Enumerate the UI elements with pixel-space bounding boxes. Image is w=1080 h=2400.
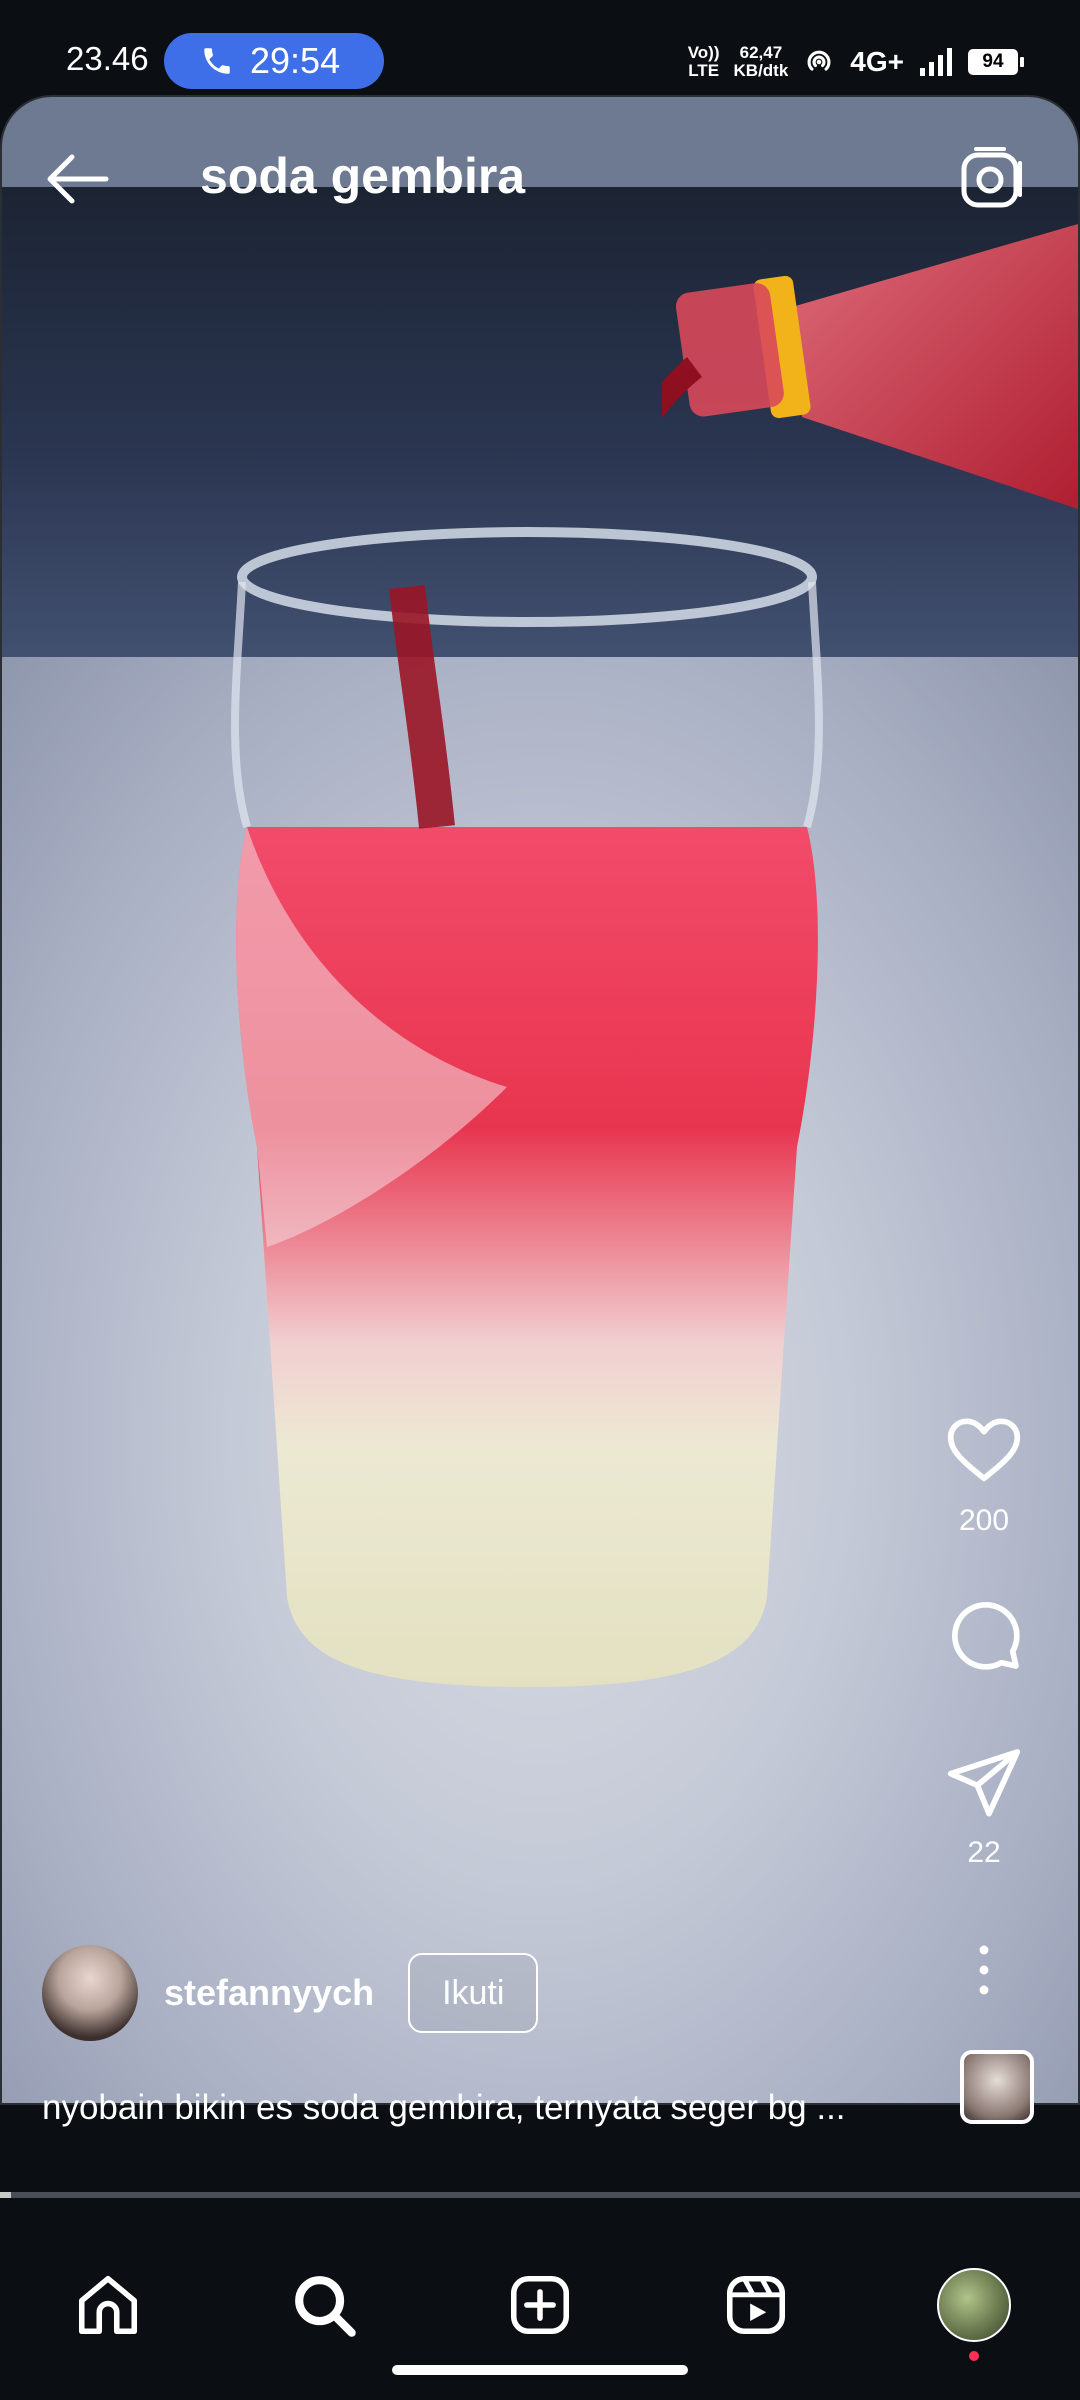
share-count: 22 bbox=[967, 1836, 1001, 1869]
page-title: soda gembira bbox=[200, 148, 526, 204]
video-progress-bar[interactable] bbox=[0, 2192, 1080, 2198]
home-icon bbox=[78, 2275, 138, 2335]
network-type: 4G+ bbox=[850, 46, 904, 77]
search-icon bbox=[295, 2276, 356, 2337]
like-action[interactable]: 200 bbox=[934, 1410, 1034, 1538]
home-indicator[interactable] bbox=[392, 2365, 688, 2375]
call-duration: 29:54 bbox=[250, 40, 341, 81]
network-speed: 62,47 KB/dtk bbox=[733, 43, 789, 80]
nav-search[interactable] bbox=[284, 2265, 364, 2345]
nav-profile[interactable] bbox=[934, 2265, 1014, 2361]
nav-create[interactable] bbox=[500, 2265, 580, 2345]
nav-home[interactable] bbox=[68, 2265, 148, 2345]
signal-icon bbox=[920, 48, 952, 76]
nav-reels[interactable] bbox=[716, 2265, 796, 2345]
profile-avatar bbox=[937, 2268, 1011, 2342]
hotspot-icon bbox=[807, 50, 831, 71]
phone-icon bbox=[204, 48, 230, 74]
reels-icon bbox=[726, 2275, 786, 2335]
comment-action[interactable] bbox=[934, 1594, 1034, 1674]
post-caption[interactable]: nyobain bikin es soda gembira, ternyata … bbox=[42, 2088, 942, 2128]
ongoing-call-pill[interactable]: 29:54 bbox=[164, 33, 384, 89]
share-action[interactable]: 22 bbox=[934, 1742, 1034, 1870]
soda-glass-image bbox=[231, 527, 823, 1687]
author-username[interactable]: stefannyych bbox=[164, 1972, 374, 2014]
status-icons: Vo)) LTE 62,47 KB/dtk 4G+ 94 bbox=[687, 38, 1024, 86]
more-options-button[interactable] bbox=[934, 1940, 1034, 2000]
comment-icon[interactable] bbox=[944, 1594, 1024, 1674]
like-count: 200 bbox=[958, 1504, 1010, 1537]
reel-video[interactable]: soda gembira bbox=[0, 95, 1080, 2105]
follow-button[interactable]: Ikuti bbox=[408, 1953, 539, 2033]
send-icon[interactable] bbox=[944, 1742, 1024, 1822]
back-arrow-icon[interactable] bbox=[42, 149, 112, 209]
audio-thumbnail[interactable] bbox=[960, 2050, 1034, 2124]
author-avatar[interactable] bbox=[42, 1945, 138, 2041]
notification-dot bbox=[969, 2351, 979, 2361]
author-row: stefannyych Ikuti bbox=[42, 1945, 539, 2041]
video-progress-fill bbox=[0, 2192, 11, 2198]
more-vertical-icon[interactable] bbox=[954, 1940, 1014, 2000]
volte-indicator: Vo)) LTE bbox=[687, 43, 720, 80]
battery-indicator: 94 bbox=[968, 49, 1024, 75]
heart-icon[interactable] bbox=[944, 1410, 1024, 1490]
camera-icon[interactable] bbox=[958, 145, 1026, 213]
status-time: 23.46 bbox=[66, 40, 149, 77]
add-icon bbox=[510, 2275, 570, 2335]
